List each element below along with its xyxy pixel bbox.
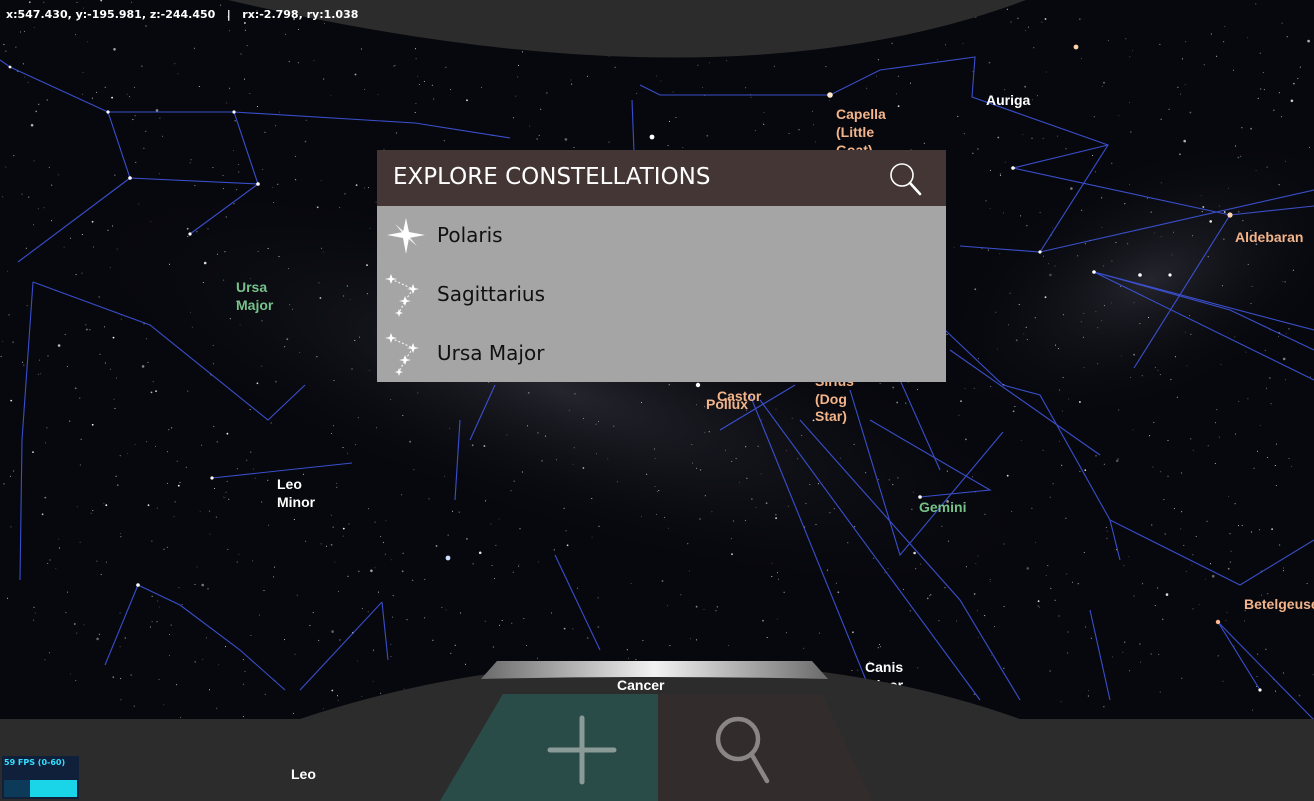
label-leo-minor-1: Leo xyxy=(277,476,302,492)
label-capella-1: Capella xyxy=(836,106,886,122)
label-auriga: Auriga xyxy=(986,92,1031,108)
label-sirius-2: (Dog xyxy=(815,391,847,407)
panel-search-button[interactable] xyxy=(885,158,925,198)
label-ursa-major-2: Major xyxy=(236,297,274,313)
list-item-label: Ursa Major xyxy=(437,341,545,365)
label-aldebaran: Aldebaran xyxy=(1235,229,1303,245)
label-capella-2: (Little xyxy=(836,124,874,140)
label-leo: Leo xyxy=(291,766,316,782)
explore-panel: EXPLORE CONSTELLATIONS Polaris Sagittari… xyxy=(377,150,946,382)
label-betelgeuse: Betelgeuse xyxy=(1244,596,1314,612)
list-item-polaris[interactable]: Polaris xyxy=(377,206,946,264)
star-sky[interactable]: Ursa Major Leo Minor Auriga Gemini Canis… xyxy=(0,0,1314,801)
camera-coordinates: x:547.430, y:-195.981, z:-244.450 | rx:-… xyxy=(6,8,359,21)
panel-header: EXPLORE CONSTELLATIONS xyxy=(377,150,946,206)
list-item-label: Polaris xyxy=(437,223,503,247)
label-sirius-3: Star) xyxy=(815,408,847,424)
fps-meter: 59 FPS (0-60) xyxy=(2,756,79,799)
label-cancer: Cancer xyxy=(617,677,665,693)
label-leo-minor-2: Minor xyxy=(277,494,316,510)
list-item-sagittarius[interactable]: Sagittarius xyxy=(377,265,946,323)
constellation-icon xyxy=(383,330,429,376)
label-canis-minor-1: Canis xyxy=(865,659,903,675)
search-icon xyxy=(890,163,922,196)
list-item-label: Sagittarius xyxy=(437,282,546,306)
label-ursa-major-1: Ursa xyxy=(236,279,267,295)
fps-history xyxy=(4,780,30,797)
label-pollux: Pollux xyxy=(706,396,748,412)
fps-label: 59 FPS (0-60) xyxy=(4,758,66,767)
panel-title: EXPLORE CONSTELLATIONS xyxy=(393,164,711,190)
list-item-ursa-major[interactable]: Ursa Major xyxy=(377,324,946,382)
star-icon xyxy=(383,212,429,258)
constellation-icon xyxy=(383,271,429,317)
label-gemini: Gemini xyxy=(919,499,966,515)
fps-bar xyxy=(30,780,77,797)
